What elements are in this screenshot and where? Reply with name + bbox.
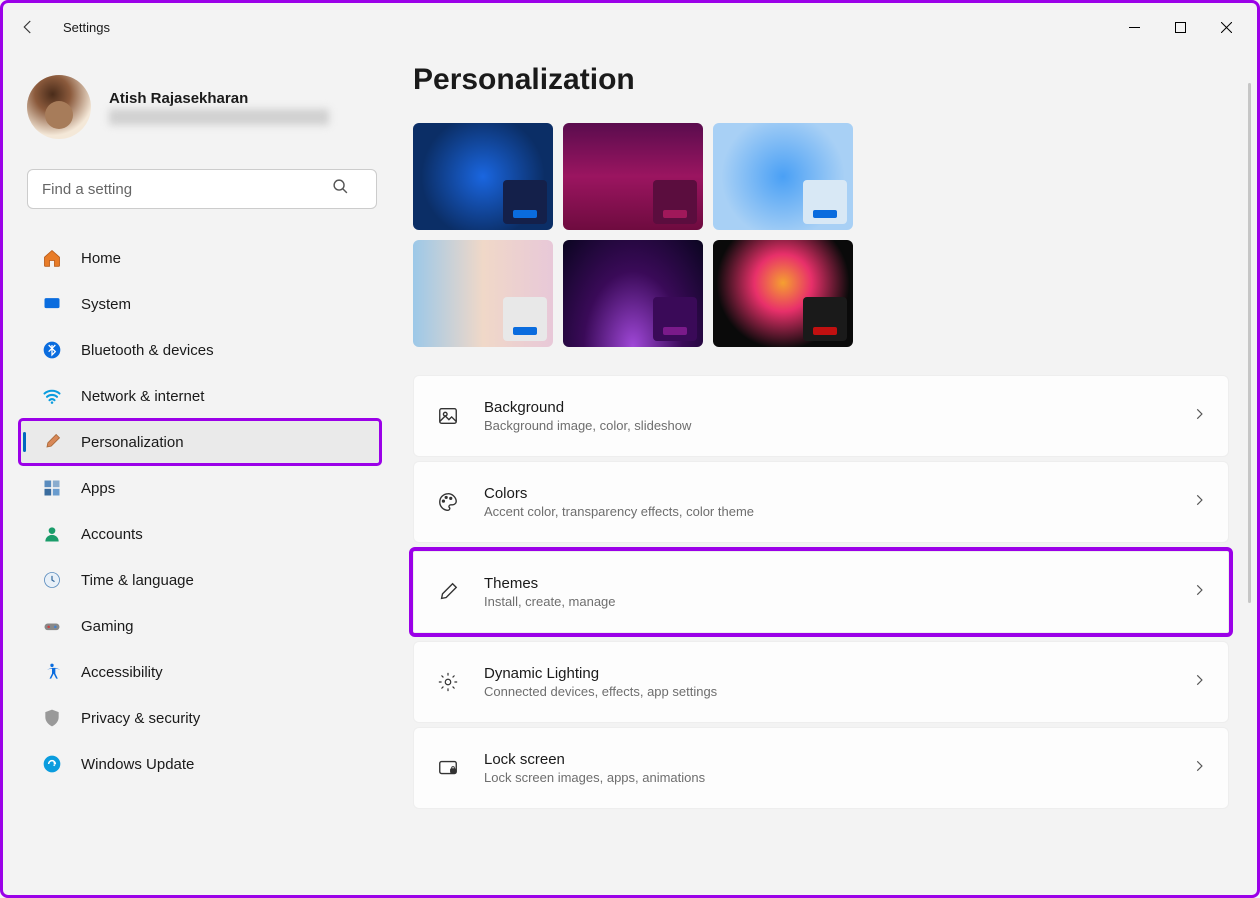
setting-title: Lock screen	[484, 751, 1168, 768]
brush-icon	[41, 431, 63, 453]
theme-badge	[503, 297, 547, 341]
search-input[interactable]	[27, 169, 377, 209]
nav-privacy[interactable]: Privacy & security	[27, 697, 379, 739]
chevron-right-icon	[1192, 583, 1206, 602]
setting-title: Dynamic Lighting	[484, 665, 1168, 682]
maximize-button[interactable]	[1157, 11, 1203, 43]
nav-gaming[interactable]: Gaming	[27, 605, 379, 647]
nav-label: System	[81, 296, 131, 313]
setting-subtitle: Accent color, transparency effects, colo…	[484, 504, 1168, 519]
scrollbar[interactable]	[1248, 83, 1251, 643]
nav-personalization[interactable]: Personalization	[21, 421, 379, 463]
home-icon	[41, 247, 63, 269]
theme-tile[interactable]	[563, 123, 703, 230]
minimize-icon	[1129, 22, 1140, 33]
setting-subtitle: Connected devices, effects, app settings	[484, 684, 1168, 699]
nav-accessibility[interactable]: Accessibility	[27, 651, 379, 693]
person-icon	[41, 523, 63, 545]
nav-label: Bluetooth & devices	[81, 342, 214, 359]
chevron-right-icon	[1192, 407, 1206, 426]
nav-label: Network & internet	[81, 388, 204, 405]
nav-label: Home	[81, 250, 121, 267]
gamepad-icon	[41, 615, 63, 637]
theme-badge	[803, 180, 847, 224]
update-icon	[41, 753, 63, 775]
setting-background[interactable]: Background Background image, color, slide…	[413, 375, 1229, 457]
theme-tile[interactable]	[713, 240, 853, 347]
scrollbar-thumb[interactable]	[1248, 83, 1251, 603]
theme-badge	[653, 180, 697, 224]
bluetooth-icon	[41, 339, 63, 361]
titlebar: Settings	[3, 3, 1257, 51]
profile-email	[109, 109, 329, 125]
nav-list: Home System Bluetooth & devices Network …	[27, 237, 379, 785]
system-icon	[41, 293, 63, 315]
setting-subtitle: Lock screen images, apps, animations	[484, 770, 1168, 785]
setting-subtitle: Install, create, manage	[484, 594, 1168, 609]
setting-subtitle: Background image, color, slideshow	[484, 418, 1168, 433]
theme-badge	[503, 180, 547, 224]
nav-home[interactable]: Home	[27, 237, 379, 279]
theme-tile[interactable]	[413, 240, 553, 347]
content-area: Personalization Background Background ima…	[403, 51, 1257, 895]
nav-time[interactable]: Time & language	[27, 559, 379, 601]
theme-tile[interactable]	[413, 123, 553, 230]
apps-icon	[41, 477, 63, 499]
lock-screen-icon	[436, 756, 460, 780]
page-title: Personalization	[413, 63, 1229, 97]
close-button[interactable]	[1203, 11, 1249, 43]
sidebar: Atish Rajasekharan Home System Bluetooth…	[3, 51, 403, 895]
nav-label: Privacy & security	[81, 710, 200, 727]
nav-label: Accounts	[81, 526, 143, 543]
nav-apps[interactable]: Apps	[27, 467, 379, 509]
nav-label: Accessibility	[81, 664, 163, 681]
window-title: Settings	[63, 20, 110, 35]
chevron-right-icon	[1192, 493, 1206, 512]
nav-bluetooth[interactable]: Bluetooth & devices	[27, 329, 379, 371]
clock-icon	[41, 569, 63, 591]
setting-title: Colors	[484, 485, 1168, 502]
chevron-right-icon	[1192, 759, 1206, 778]
avatar	[27, 75, 91, 139]
theme-tile[interactable]	[563, 240, 703, 347]
theme-preview-grid	[413, 123, 1229, 347]
background-icon	[436, 404, 460, 428]
accessibility-icon	[41, 661, 63, 683]
chevron-right-icon	[1192, 673, 1206, 692]
nav-update[interactable]: Windows Update	[27, 743, 379, 785]
nav-network[interactable]: Network & internet	[27, 375, 379, 417]
setting-lock-screen[interactable]: Lock screen Lock screen images, apps, ani…	[413, 727, 1229, 809]
shield-icon	[41, 707, 63, 729]
wifi-icon	[41, 385, 63, 407]
maximize-icon	[1175, 22, 1186, 33]
close-icon	[1221, 22, 1232, 33]
setting-dynamic-lighting[interactable]: Dynamic Lighting Connected devices, effec…	[413, 641, 1229, 723]
nav-label: Apps	[81, 480, 115, 497]
nav-system[interactable]: System	[27, 283, 379, 325]
back-arrow-icon	[19, 18, 37, 36]
setting-themes[interactable]: Themes Install, create, manage	[413, 551, 1229, 633]
nav-accounts[interactable]: Accounts	[27, 513, 379, 555]
profile-section[interactable]: Atish Rajasekharan	[27, 75, 379, 139]
setting-title: Themes	[484, 575, 1168, 592]
setting-colors[interactable]: Colors Accent color, transparency effects…	[413, 461, 1229, 543]
nav-label: Time & language	[81, 572, 194, 589]
nav-label: Personalization	[81, 434, 184, 451]
back-button[interactable]	[11, 10, 45, 44]
nav-label: Gaming	[81, 618, 134, 635]
minimize-button[interactable]	[1111, 11, 1157, 43]
nav-label: Windows Update	[81, 756, 194, 773]
profile-name: Atish Rajasekharan	[109, 90, 329, 107]
colors-icon	[436, 490, 460, 514]
dynamic-lighting-icon	[436, 670, 460, 694]
themes-icon	[436, 580, 460, 604]
theme-tile[interactable]	[713, 123, 853, 230]
setting-title: Background	[484, 399, 1168, 416]
theme-badge	[653, 297, 697, 341]
settings-list: Background Background image, color, slide…	[413, 375, 1229, 809]
theme-badge	[803, 297, 847, 341]
